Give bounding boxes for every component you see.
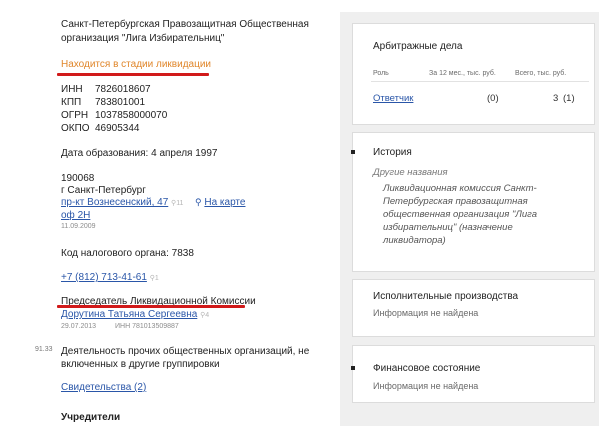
defendant-total: 3 (553, 93, 559, 104)
history-line: Петербургская правозащитная (383, 196, 528, 207)
history-title: История (373, 147, 412, 158)
okpo-value: 46905344 (95, 123, 140, 134)
col-12m: За 12 мес., тыс. руб. (429, 70, 496, 77)
activity-code: 91.33 (35, 346, 53, 353)
status-underline (57, 73, 209, 76)
head-inn: ИНН 781013509887 (115, 323, 179, 330)
history-line: ликвидатора) (383, 235, 446, 246)
section-marker (351, 366, 355, 370)
kpp-label: КПП (61, 97, 82, 108)
inn-label: ИНН (61, 84, 83, 95)
certificates-link[interactable]: Свидетельства (2) (61, 382, 146, 393)
defendant-link[interactable]: Ответчик (373, 93, 413, 104)
ogrn-label: ОГРН (61, 110, 89, 121)
col-role: Роль (373, 70, 389, 77)
activity-line1: Деятельность прочих общественных организ… (61, 346, 310, 357)
map-link[interactable]: На карте (204, 197, 245, 208)
address-office-link[interactable]: оф 2Н (61, 210, 90, 221)
status-badge: Находится в стадии ликвидации (61, 59, 211, 70)
formation-date: Дата образования: 4 апреля 1997 (61, 148, 218, 159)
okpo-label: ОКПО (61, 123, 90, 134)
address-zip: 190068 (61, 173, 95, 184)
address-street-link[interactable]: пр-кт Вознесенский, 47 (61, 197, 168, 208)
finance-text: Информация не найдена (373, 381, 479, 391)
proceedings-card: Исполнительные производства Информация н… (352, 279, 595, 337)
history-line: Ликвидационная комиссия Санкт- (383, 183, 537, 194)
head-date: 29.07.2013 (61, 323, 97, 330)
org-name-line1: Санкт-Петербургская Правозащитная Общест… (61, 19, 309, 30)
address-date: 11.09.2009 (61, 223, 96, 230)
divider (371, 81, 589, 82)
address-street-count: 11 (176, 200, 184, 207)
address-city: г Санкт-Петербург (61, 185, 146, 196)
history-subtitle: Другие названия (373, 167, 448, 178)
section-marker (351, 150, 355, 154)
history-line: общественная организация "Лига (383, 209, 538, 220)
map-pin-icon[interactable]: ⚲ (195, 197, 202, 207)
defendant-12m: (0) (487, 93, 499, 104)
inn-value: 7826018607 (95, 84, 151, 95)
ogrn-value: 1037858000070 (95, 110, 168, 121)
head-underline (57, 305, 245, 308)
tax-office: Код налогового органа: 7838 (61, 248, 194, 259)
org-name-line2: организация "Лига Избирательниц" (61, 33, 225, 44)
kpp-value: 783801001 (95, 97, 146, 108)
defendant-total-count: (1) (563, 93, 575, 104)
activity-line2: включенных в другие группировки (61, 359, 220, 370)
phone-count: 1 (154, 275, 159, 282)
proceedings-title: Исполнительные производства (373, 291, 519, 302)
phone-link[interactable]: +7 (812) 713-41-61 (61, 272, 147, 283)
arbitration-card: Арбитражные дела Роль За 12 мес., тыс. р… (352, 23, 595, 125)
col-total: Всего, тыс. руб. (515, 70, 567, 77)
history-card: История Другие названия Ликвидационная к… (351, 132, 595, 272)
head-count: 4 (205, 312, 210, 319)
finance-title: Финансовое состояние (373, 363, 481, 374)
proceedings-text: Информация не найдена (373, 308, 479, 318)
head-name-link[interactable]: Дорутина Татьяна Сергеевна (61, 309, 197, 320)
finance-card: Финансовое состояние Информация не найде… (351, 345, 595, 403)
history-line: избирательниц" (назначение (383, 222, 513, 233)
founders-heading: Учредители (61, 412, 121, 423)
arbitration-title: Арбитражные дела (373, 41, 463, 52)
